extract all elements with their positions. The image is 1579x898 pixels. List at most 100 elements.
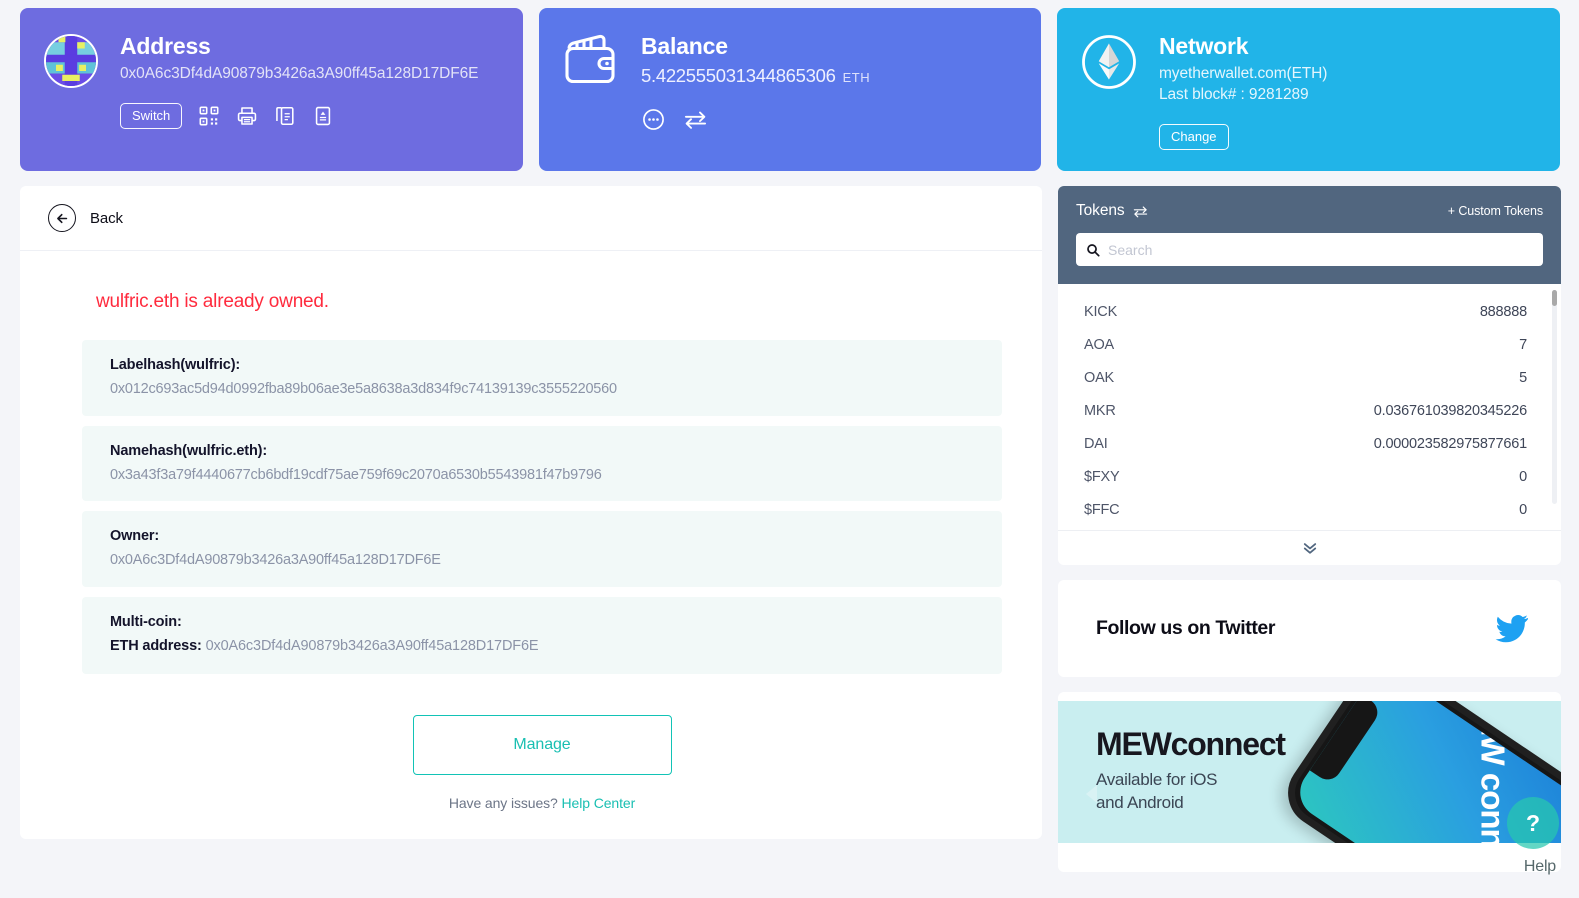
- mewconnect-banner: MEWconnect Available for iOS and Android…: [1058, 701, 1561, 843]
- token-row[interactable]: KICK 888888: [1058, 295, 1561, 328]
- multicoin-eth-value: 0x0A6c3Df4dA90879b3426a3A90ff45a128D17DF…: [206, 638, 539, 654]
- token-symbol: DAI: [1084, 436, 1108, 452]
- mewconnect-subtitle-line2: and Android: [1096, 792, 1285, 815]
- balance-card-title: Balance: [641, 32, 1017, 61]
- copy-icon: [274, 105, 296, 127]
- twitter-panel[interactable]: Follow us on Twitter: [1058, 580, 1561, 677]
- change-network-button[interactable]: Change: [1159, 124, 1229, 150]
- tokens-title: Tokens: [1076, 202, 1125, 220]
- print-icon: [236, 105, 258, 127]
- print-icon-button[interactable]: [236, 105, 258, 127]
- mewconnect-copy: MEWconnect Available for iOS and Android: [1096, 728, 1285, 815]
- sidebar: Tokens + Custom Tokens: [1058, 186, 1561, 872]
- copy-icon-button[interactable]: [274, 105, 296, 127]
- multicoin-eth-row: ETH address: 0x0A6c3Df4dA90879b3426a3A90…: [110, 636, 1002, 658]
- balance-unit: ETH: [843, 70, 871, 85]
- info-value: 0x3a43f3a79f4440677cb6bdf19cdf75ae759f69…: [110, 465, 1002, 485]
- balance-card: Balance 5.422555031344865306 ETH: [539, 8, 1041, 171]
- info-value: 0x012c693ac5d94d0992fba89b06ae3e5a8638a3…: [110, 379, 1002, 399]
- wallet-icon: [563, 34, 619, 86]
- help-center-row: Have any issues? Help Center: [82, 795, 1002, 811]
- address-card-actions: Switch: [120, 103, 499, 129]
- token-balance: 0.000023582975877661: [1374, 436, 1527, 452]
- help-center-link[interactable]: Help Center: [562, 795, 636, 811]
- token-symbol: KICK: [1084, 304, 1117, 320]
- multicoin-label: Multi-coin:: [110, 612, 1002, 632]
- info-label: Namehash(wulfric.eth):: [110, 441, 1002, 461]
- network-last-block: Last block# : 9281289: [1159, 85, 1536, 106]
- expand-tokens-button[interactable]: [1058, 530, 1561, 565]
- token-symbol: $FXY: [1084, 469, 1119, 485]
- help-floating-label: Help: [1524, 858, 1556, 876]
- wallet-icon-wrap: [563, 30, 619, 86]
- tokens-title-wrap: Tokens: [1076, 202, 1149, 220]
- network-provider: myetherwallet.com(ETH): [1159, 64, 1536, 85]
- manage-button[interactable]: Manage: [413, 715, 672, 775]
- multicoin-eth-label: ETH address:: [110, 638, 202, 654]
- swap-icon-button[interactable]: [682, 107, 709, 132]
- summary-cards-row: Address 0x0A6c3Df4dA90879b3426a3A90ff45a…: [20, 8, 1563, 171]
- token-row[interactable]: DAI 0.000023582975877661: [1058, 427, 1561, 460]
- ethereum-icon: [1081, 34, 1137, 90]
- token-balance: 0: [1519, 502, 1527, 518]
- more-options-icon: [641, 107, 666, 132]
- network-card: Network myetherwallet.com(ETH) Last bloc…: [1057, 8, 1560, 171]
- balance-amount: 5.422555031344865306: [641, 65, 836, 86]
- token-list: KICK 888888 AOA 7 OAK 5 MKR 0.0367610398…: [1058, 284, 1561, 530]
- mewconnect-title: MEWconnect: [1096, 728, 1285, 760]
- token-balance: 5: [1519, 370, 1527, 386]
- token-symbol: MKR: [1084, 403, 1116, 419]
- address-card-title: Address: [120, 32, 499, 61]
- info-label: Owner:: [110, 526, 1002, 546]
- token-search-input[interactable]: [1108, 242, 1533, 258]
- mewconnect-subtitle-line1: Available for iOS: [1096, 769, 1285, 792]
- token-list-scrollbar[interactable]: [1552, 290, 1557, 504]
- question-mark-icon: ?: [1526, 812, 1540, 835]
- blockies-identicon-icon: [44, 34, 98, 88]
- issues-text: Have any issues?: [449, 795, 558, 811]
- switch-wallet-button[interactable]: Switch: [120, 103, 182, 129]
- token-row[interactable]: AOA 7: [1058, 328, 1561, 361]
- ens-result-panel: Back wulfric.eth is already owned. Label…: [20, 186, 1042, 839]
- token-symbol: OAK: [1084, 370, 1114, 386]
- token-symbol: AOA: [1084, 337, 1114, 353]
- identicon-avatar: [44, 30, 98, 88]
- error-message: wulfric.eth is already owned.: [96, 291, 1002, 313]
- paper-wallet-icon: [312, 105, 334, 127]
- qr-code-icon-button[interactable]: [198, 105, 220, 127]
- ens-result-body: wulfric.eth is already owned. Labelhash(…: [20, 251, 1042, 811]
- back-button-label: Back: [90, 210, 123, 227]
- more-options-icon-button[interactable]: [641, 107, 666, 132]
- info-row-owner: Owner: 0x0A6c3Df4dA90879b3426a3A90ff45a1…: [82, 511, 1002, 587]
- info-label: Labelhash(wulfric):: [110, 355, 1002, 375]
- phone-brand-text: MEW connect: [1477, 701, 1508, 843]
- twitter-label: Follow us on Twitter: [1096, 617, 1275, 640]
- arrow-left-icon: [48, 204, 76, 232]
- main-row: Back wulfric.eth is already owned. Label…: [20, 186, 1563, 872]
- back-button[interactable]: Back: [48, 204, 123, 232]
- paper-wallet-icon-button[interactable]: [312, 105, 334, 127]
- search-icon: [1086, 243, 1100, 257]
- token-search-wrap[interactable]: [1076, 233, 1543, 266]
- mewconnect-panel[interactable]: MEWconnect Available for iOS and Android…: [1058, 692, 1561, 872]
- arrow-left-glyph: [55, 211, 70, 226]
- token-row[interactable]: MKR 0.036761039820345226: [1058, 394, 1561, 427]
- info-row-namehash: Namehash(wulfric.eth): 0x3a43f3a79f44406…: [82, 426, 1002, 502]
- back-bar: Back: [20, 186, 1042, 251]
- help-floating-button[interactable]: ?: [1507, 797, 1559, 849]
- token-balance: 0.036761039820345226: [1374, 403, 1527, 419]
- token-row[interactable]: $FFC 0: [1058, 493, 1561, 526]
- info-value: 0x0A6c3Df4dA90879b3426a3A90ff45a128D17DF…: [110, 550, 1002, 570]
- qr-code-icon: [198, 105, 220, 127]
- token-row[interactable]: $FXY 0: [1058, 460, 1561, 493]
- tokens-header: Tokens + Custom Tokens: [1058, 186, 1561, 284]
- app-root: Address 0x0A6c3Df4dA90879b3426a3A90ff45a…: [0, 0, 1579, 898]
- token-row[interactable]: OAK 5: [1058, 361, 1561, 394]
- network-icon-wrap: [1081, 30, 1137, 90]
- custom-tokens-button[interactable]: + Custom Tokens: [1448, 204, 1543, 218]
- chevron-double-down-icon: [1301, 541, 1319, 555]
- network-card-actions: Change: [1159, 124, 1536, 150]
- wallet-address-value: 0x0A6c3Df4dA90879b3426a3A90ff45a128D17DF…: [120, 64, 499, 85]
- tokens-swap-icon[interactable]: [1132, 204, 1149, 219]
- info-row-multicoin: Multi-coin: ETH address: 0x0A6c3Df4dA908…: [82, 597, 1002, 674]
